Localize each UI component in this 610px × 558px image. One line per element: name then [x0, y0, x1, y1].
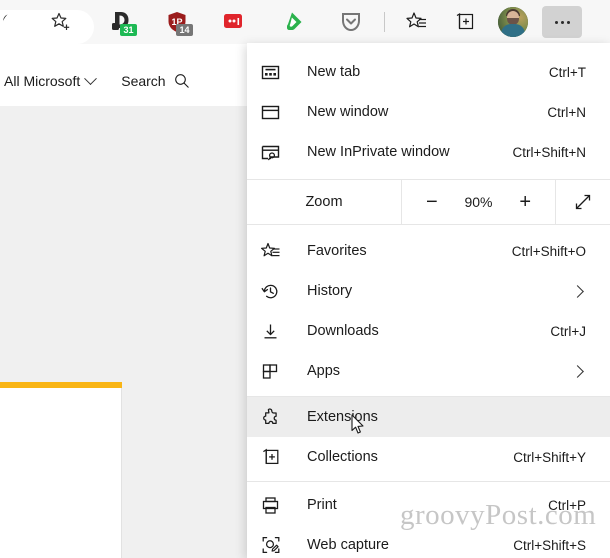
- add-favorite-icon[interactable]: [2, 6, 94, 44]
- menu-item-history[interactable]: History: [247, 271, 610, 311]
- fullscreen-icon: [573, 192, 593, 212]
- site-search-button[interactable]: Search: [121, 73, 189, 89]
- menu-item-accelerator: Ctrl+Shift+O: [511, 243, 586, 259]
- menu-item-label: History: [307, 283, 353, 299]
- favorites-icon[interactable]: [400, 6, 434, 38]
- menu-separator: [247, 481, 610, 482]
- menu-item-accelerator: Ctrl+Shift+S: [513, 537, 586, 553]
- browser-toolbar: 31 1P 14: [0, 0, 610, 44]
- menu-item-accelerator: Ctrl+Shift+N: [512, 144, 586, 160]
- chevron-down-icon: [84, 71, 98, 85]
- menu-zoom-row: Zoom − 90% +: [247, 180, 610, 224]
- avatar: [498, 7, 528, 37]
- menu-item-new-inprivate-window[interactable]: New InPrivate window Ctrl+Shift+N: [247, 132, 610, 172]
- fullscreen-button[interactable]: [556, 180, 610, 224]
- extension-docs-badge: 31: [120, 24, 137, 36]
- profile-avatar[interactable]: [496, 6, 530, 38]
- new-window-icon: [261, 103, 287, 122]
- zoom-controls: − 90% +: [401, 180, 556, 224]
- menu-item-label: Favorites: [307, 243, 367, 259]
- extension-docs-icon[interactable]: 31: [104, 6, 138, 38]
- downloads-icon: [261, 322, 287, 341]
- web-capture-icon: [261, 535, 287, 555]
- menu-item-accelerator: Ctrl+J: [550, 323, 586, 339]
- chevron-right-icon: [571, 284, 584, 298]
- inprivate-window-icon: [261, 143, 287, 162]
- menu-item-apps[interactable]: Apps: [247, 351, 610, 391]
- zoom-in-button[interactable]: +: [510, 187, 540, 217]
- browser-screenshot: All Microsoft Search 31 1P 14 New tab Ct…: [0, 0, 610, 558]
- extension-red-icon[interactable]: [216, 6, 250, 38]
- menu-item-new-window[interactable]: New window Ctrl+N: [247, 92, 610, 132]
- menu-item-accelerator: Ctrl+Shift+Y: [513, 449, 586, 465]
- history-icon: [261, 282, 287, 301]
- watermark: groovyPost.com: [400, 499, 597, 531]
- menu-item-label: Extensions: [307, 409, 378, 425]
- menu-top-pad: [247, 43, 610, 52]
- print-icon: [261, 496, 287, 515]
- site-search-label: Search: [121, 73, 166, 89]
- menu-item-collections[interactable]: Collections Ctrl+Shift+Y: [247, 437, 610, 477]
- menu-item-label: New window: [307, 104, 389, 120]
- settings-and-more-menu: New tab Ctrl+T New window Ctrl+N New InP…: [247, 43, 610, 558]
- feedly-icon[interactable]: [275, 6, 309, 38]
- extension-shield-icon[interactable]: 1P 14: [160, 6, 194, 38]
- pocket-icon[interactable]: [334, 6, 368, 38]
- menu-item-label: Collections: [307, 449, 378, 465]
- menu-item-accelerator: Ctrl+N: [547, 104, 586, 120]
- more-ellipsis-icon: [542, 6, 582, 38]
- menu-item-accelerator: Ctrl+T: [548, 64, 586, 80]
- extension-shield-badge: 14: [176, 24, 193, 36]
- menu-item-extensions[interactable]: Extensions: [247, 397, 610, 437]
- all-microsoft-dropdown[interactable]: All Microsoft: [4, 71, 98, 89]
- page-card: [0, 388, 122, 558]
- toolbar-divider: [384, 12, 385, 32]
- menu-item-label: New tab: [307, 64, 361, 80]
- zoom-label: Zoom: [305, 194, 343, 210]
- menu-item-label: Apps: [307, 363, 341, 379]
- menu-separator: [247, 224, 610, 225]
- menu-item-downloads[interactable]: Downloads Ctrl+J: [247, 311, 610, 351]
- menu-item-favorites[interactable]: Favorites Ctrl+Shift+O: [247, 231, 610, 271]
- menu-item-label: Downloads: [307, 323, 379, 339]
- favorite-pill-bg: [2, 10, 94, 44]
- settings-and-more-button[interactable]: [540, 6, 584, 38]
- menu-item-label: New InPrivate window: [307, 144, 450, 160]
- menu-item-label: Web capture: [307, 537, 389, 553]
- extensions-icon: [261, 407, 287, 427]
- new-tab-icon: [261, 63, 287, 82]
- chevron-right-icon: [571, 364, 584, 378]
- zoom-out-button[interactable]: −: [417, 187, 447, 217]
- apps-icon: [261, 362, 287, 381]
- zoom-level-value: 90%: [464, 194, 493, 210]
- all-microsoft-label: All Microsoft: [4, 73, 81, 89]
- search-icon: [174, 73, 190, 89]
- microsoft-site-bar: All Microsoft Search: [0, 66, 250, 96]
- collections-icon[interactable]: [448, 6, 482, 38]
- collections-icon: [261, 447, 287, 467]
- menu-item-new-tab[interactable]: New tab Ctrl+T: [247, 52, 610, 92]
- favorites-icon: [261, 241, 287, 261]
